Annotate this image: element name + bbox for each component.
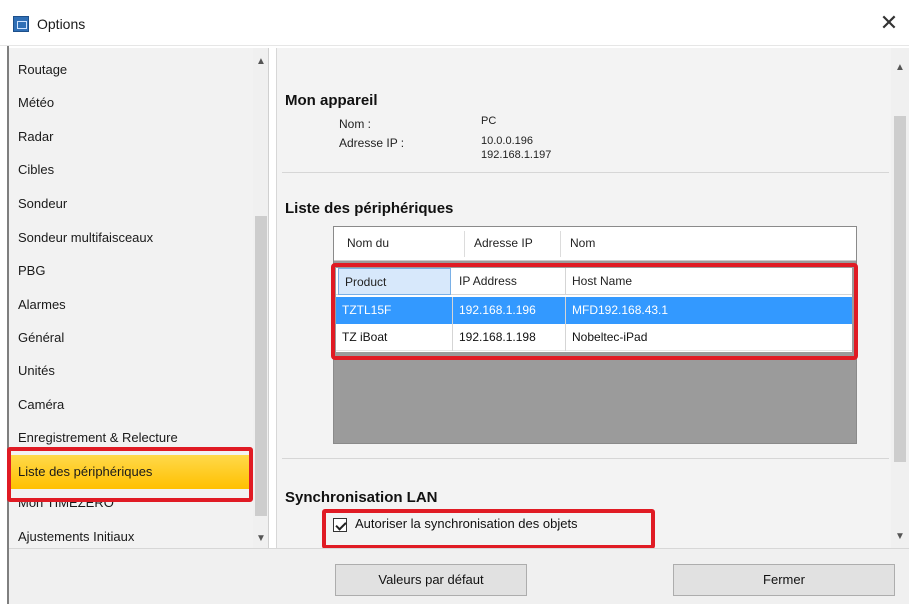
sidebar-item-alarmes[interactable]: Alarmes: [9, 290, 249, 320]
column-header-name[interactable]: Nom du: [347, 236, 389, 250]
sidebar-item-cibles[interactable]: Cibles: [9, 155, 249, 185]
highlight-box-table: [331, 263, 858, 360]
lan-sync-title: Synchronisation LAN: [285, 489, 438, 506]
my-device-title: Mon appareil: [285, 92, 378, 109]
close-button[interactable]: Fermer: [673, 564, 895, 596]
device-list-header: Nom du Adresse IP Nom: [334, 227, 856, 261]
sidebar-item-ajustements-initiaux[interactable]: Ajustements Initiaux: [9, 522, 249, 548]
scrollbar-thumb[interactable]: [894, 116, 906, 462]
sidebar-item-camera[interactable]: Caméra: [9, 390, 249, 420]
highlight-box-sidebar: [7, 447, 253, 502]
main-scrollbar[interactable]: ▲ ▼: [891, 48, 909, 548]
sidebar-item-sondeur[interactable]: Sondeur: [9, 189, 249, 219]
name-value: PC: [481, 115, 497, 127]
sidebar-item-general[interactable]: Général: [9, 323, 249, 353]
scroll-up-icon[interactable]: ▲: [895, 62, 905, 73]
scroll-up-icon[interactable]: ▲: [256, 56, 266, 67]
bottom-bar: Valeurs par défaut Fermer: [9, 548, 909, 604]
sidebar-item-unites[interactable]: Unités: [9, 356, 249, 386]
device-list-title: Liste des périphériques: [285, 200, 454, 217]
divider: [282, 172, 889, 173]
ip-value-1: 10.0.0.196: [481, 135, 533, 147]
sidebar-item-radar[interactable]: Radar: [9, 122, 249, 152]
ip-value-2: 192.168.1.197: [481, 149, 552, 161]
close-icon[interactable]: ✕: [869, 4, 909, 42]
sidebar-item-meteo[interactable]: Météo: [9, 88, 249, 118]
column-header-host[interactable]: Nom: [570, 236, 595, 250]
column-separator: [560, 231, 561, 257]
column-header-ip[interactable]: Adresse IP: [474, 236, 533, 250]
sidebar-item-routage[interactable]: Routage: [9, 55, 249, 85]
sidebar-scrollbar[interactable]: ▲ ▼: [253, 48, 268, 548]
window-title: Options: [37, 16, 86, 32]
scroll-down-icon[interactable]: ▼: [256, 533, 266, 544]
title-bar: Options ✕: [0, 0, 909, 46]
highlight-box-checkbox: [322, 509, 655, 549]
scroll-down-icon[interactable]: ▼: [895, 531, 905, 542]
divider: [282, 458, 889, 459]
sidebar-item-sondeur-multifaisceaux[interactable]: Sondeur multifaisceaux: [9, 223, 249, 253]
name-label: Nom :: [339, 117, 372, 131]
scrollbar-thumb[interactable]: [255, 216, 267, 516]
app-icon: [13, 16, 29, 32]
ip-label: Adresse IP :: [339, 136, 405, 150]
column-separator: [464, 231, 465, 257]
defaults-button[interactable]: Valeurs par défaut: [335, 564, 527, 596]
sidebar-item-pbg[interactable]: PBG: [9, 256, 249, 286]
